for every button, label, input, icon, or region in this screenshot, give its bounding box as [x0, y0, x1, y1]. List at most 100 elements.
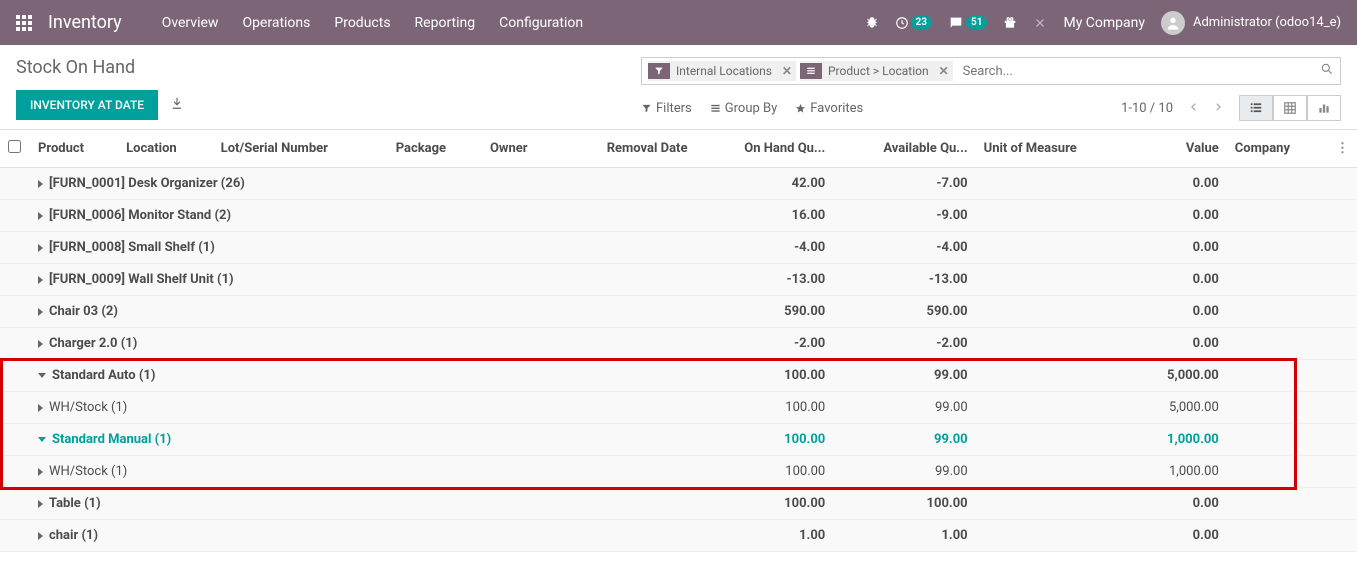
facet-filter: Internal Locations ✕ [648, 61, 796, 81]
groupby-dropdown[interactable]: Group By [710, 101, 778, 116]
inventory-at-date-button[interactable]: INVENTORY AT DATE [16, 90, 158, 120]
export-icon[interactable] [170, 96, 184, 114]
nav-reporting[interactable]: Reporting [415, 15, 476, 31]
caret-icon [38, 308, 43, 316]
col-product[interactable]: Product [30, 130, 118, 168]
table-group-row[interactable]: Table (1)100.00100.000.00 [0, 488, 1357, 520]
nav-overview[interactable]: Overview [162, 15, 219, 31]
view-list-icon[interactable] [1239, 95, 1273, 121]
col-location[interactable]: Location [118, 130, 213, 168]
col-lot[interactable]: Lot/Serial Number [213, 130, 388, 168]
pager-next[interactable] [1209, 97, 1227, 120]
row-value: 0.00 [1131, 200, 1227, 232]
search-bar[interactable]: Internal Locations ✕ Product > Location … [641, 57, 1341, 85]
nav-configuration[interactable]: Configuration [499, 15, 583, 31]
facet-groupby: Product > Location ✕ [800, 61, 953, 81]
table-group-row[interactable]: Standard Auto (1)100.0099.005,000.00 [0, 360, 1357, 392]
facet-filter-remove[interactable]: ✕ [778, 64, 796, 78]
col-removal[interactable]: Removal Date [558, 130, 695, 168]
view-pivot-icon[interactable] [1273, 95, 1307, 121]
table-child-row[interactable]: WH/Stock (1)100.0099.005,000.00 [0, 392, 1357, 424]
col-available[interactable]: Available Qu... [833, 130, 975, 168]
table-group-row[interactable]: chair (1)1.001.000.00 [0, 520, 1357, 552]
top-nav: Inventory Overview Operations Products R… [0, 0, 1357, 45]
favorites-dropdown[interactable]: Favorites [795, 101, 863, 116]
row-value: 1,000.00 [1131, 456, 1227, 488]
view-switcher [1239, 95, 1341, 121]
table-group-row[interactable]: [FURN_0006] Monitor Stand (2)16.00-9.000… [0, 200, 1357, 232]
row-label: Chair 03 (2) [49, 304, 118, 319]
table-child-row[interactable]: WH/Stock (1)100.0099.001,000.00 [0, 456, 1357, 488]
row-value: 5,000.00 [1131, 360, 1227, 392]
table-group-row[interactable]: Charger 2.0 (1)-2.00-2.000.00 [0, 328, 1357, 360]
table-header-row: Product Location Lot/Serial Number Packa… [0, 130, 1357, 168]
caret-icon [38, 212, 43, 220]
table-group-row[interactable]: Standard Manual (1)100.0099.001,000.00 [0, 424, 1357, 456]
col-value[interactable]: Value [1131, 130, 1227, 168]
row-available: 99.00 [833, 392, 975, 424]
filter-icon [648, 63, 670, 79]
row-available: 99.00 [833, 456, 975, 488]
row-onhand: 100.00 [695, 456, 833, 488]
row-label: [FURN_0001] Desk Organizer (26) [49, 176, 245, 191]
table-group-row[interactable]: [FURN_0009] Wall Shelf Unit (1)-13.00-13… [0, 264, 1357, 296]
caret-icon [38, 373, 46, 378]
table-group-row[interactable]: Chair 03 (2)590.00590.000.00 [0, 296, 1357, 328]
caret-icon [38, 500, 43, 508]
nav-operations[interactable]: Operations [242, 15, 310, 31]
search-input[interactable] [957, 62, 1320, 81]
caret-icon [38, 468, 43, 476]
caret-icon [38, 404, 43, 412]
row-available: 1.00 [833, 520, 975, 552]
row-onhand: 590.00 [695, 296, 833, 328]
tools-icon[interactable] [1033, 16, 1047, 30]
col-company[interactable]: Company [1227, 130, 1328, 168]
bug-icon[interactable] [865, 16, 879, 30]
pager-prev[interactable] [1185, 97, 1203, 120]
caret-icon [38, 180, 43, 188]
clock-icon[interactable]: 23 [895, 16, 932, 30]
user-name: Administrator (odoo14_e) [1193, 15, 1341, 30]
col-onhand[interactable]: On Hand Qu... [695, 130, 833, 168]
row-onhand: -2.00 [695, 328, 833, 360]
row-label: Table (1) [49, 496, 101, 511]
filter-group: Filters Group By Favorites [641, 101, 863, 116]
row-onhand: 100.00 [695, 392, 833, 424]
chat-icon[interactable]: 51 [948, 15, 987, 31]
row-available: 99.00 [833, 360, 975, 392]
row-onhand: -13.00 [695, 264, 833, 296]
view-graph-icon[interactable] [1307, 95, 1341, 121]
row-available: 100.00 [833, 488, 975, 520]
row-label: Standard Manual (1) [52, 432, 171, 447]
table-group-row[interactable]: [FURN_0008] Small Shelf (1)-4.00-4.000.0… [0, 232, 1357, 264]
filters-dropdown[interactable]: Filters [641, 101, 692, 116]
row-onhand: 100.00 [695, 360, 833, 392]
nav-products[interactable]: Products [334, 15, 390, 31]
search-icon[interactable] [1320, 62, 1334, 80]
groupby-icon [800, 63, 822, 79]
user-menu[interactable]: Administrator (odoo14_e) [1161, 11, 1341, 35]
row-onhand: 100.00 [695, 424, 833, 456]
col-package[interactable]: Package [388, 130, 482, 168]
row-onhand: -4.00 [695, 232, 833, 264]
pager-text[interactable]: 1-10 / 10 [1121, 101, 1173, 116]
row-value: 0.00 [1131, 520, 1227, 552]
table-group-row[interactable]: [FURN_0001] Desk Organizer (26)42.00-7.0… [0, 168, 1357, 200]
app-name[interactable]: Inventory [48, 12, 122, 33]
apps-icon[interactable] [16, 15, 32, 31]
row-available: 590.00 [833, 296, 975, 328]
data-table: Product Location Lot/Serial Number Packa… [0, 130, 1357, 552]
control-panel: Stock On Hand INVENTORY AT DATE Internal… [0, 45, 1357, 130]
row-available: -2.00 [833, 328, 975, 360]
company-selector[interactable]: My Company [1063, 15, 1145, 31]
col-more-icon[interactable]: ⋮ [1328, 130, 1357, 168]
col-owner[interactable]: Owner [482, 130, 558, 168]
row-available: -13.00 [833, 264, 975, 296]
gift-icon[interactable] [1003, 16, 1017, 30]
facet-groupby-remove[interactable]: ✕ [935, 64, 953, 78]
select-all-checkbox[interactable] [8, 140, 21, 153]
row-value: 0.00 [1131, 488, 1227, 520]
row-label: chair (1) [49, 528, 98, 543]
row-value: 1,000.00 [1131, 424, 1227, 456]
col-uom[interactable]: Unit of Measure [976, 130, 1131, 168]
